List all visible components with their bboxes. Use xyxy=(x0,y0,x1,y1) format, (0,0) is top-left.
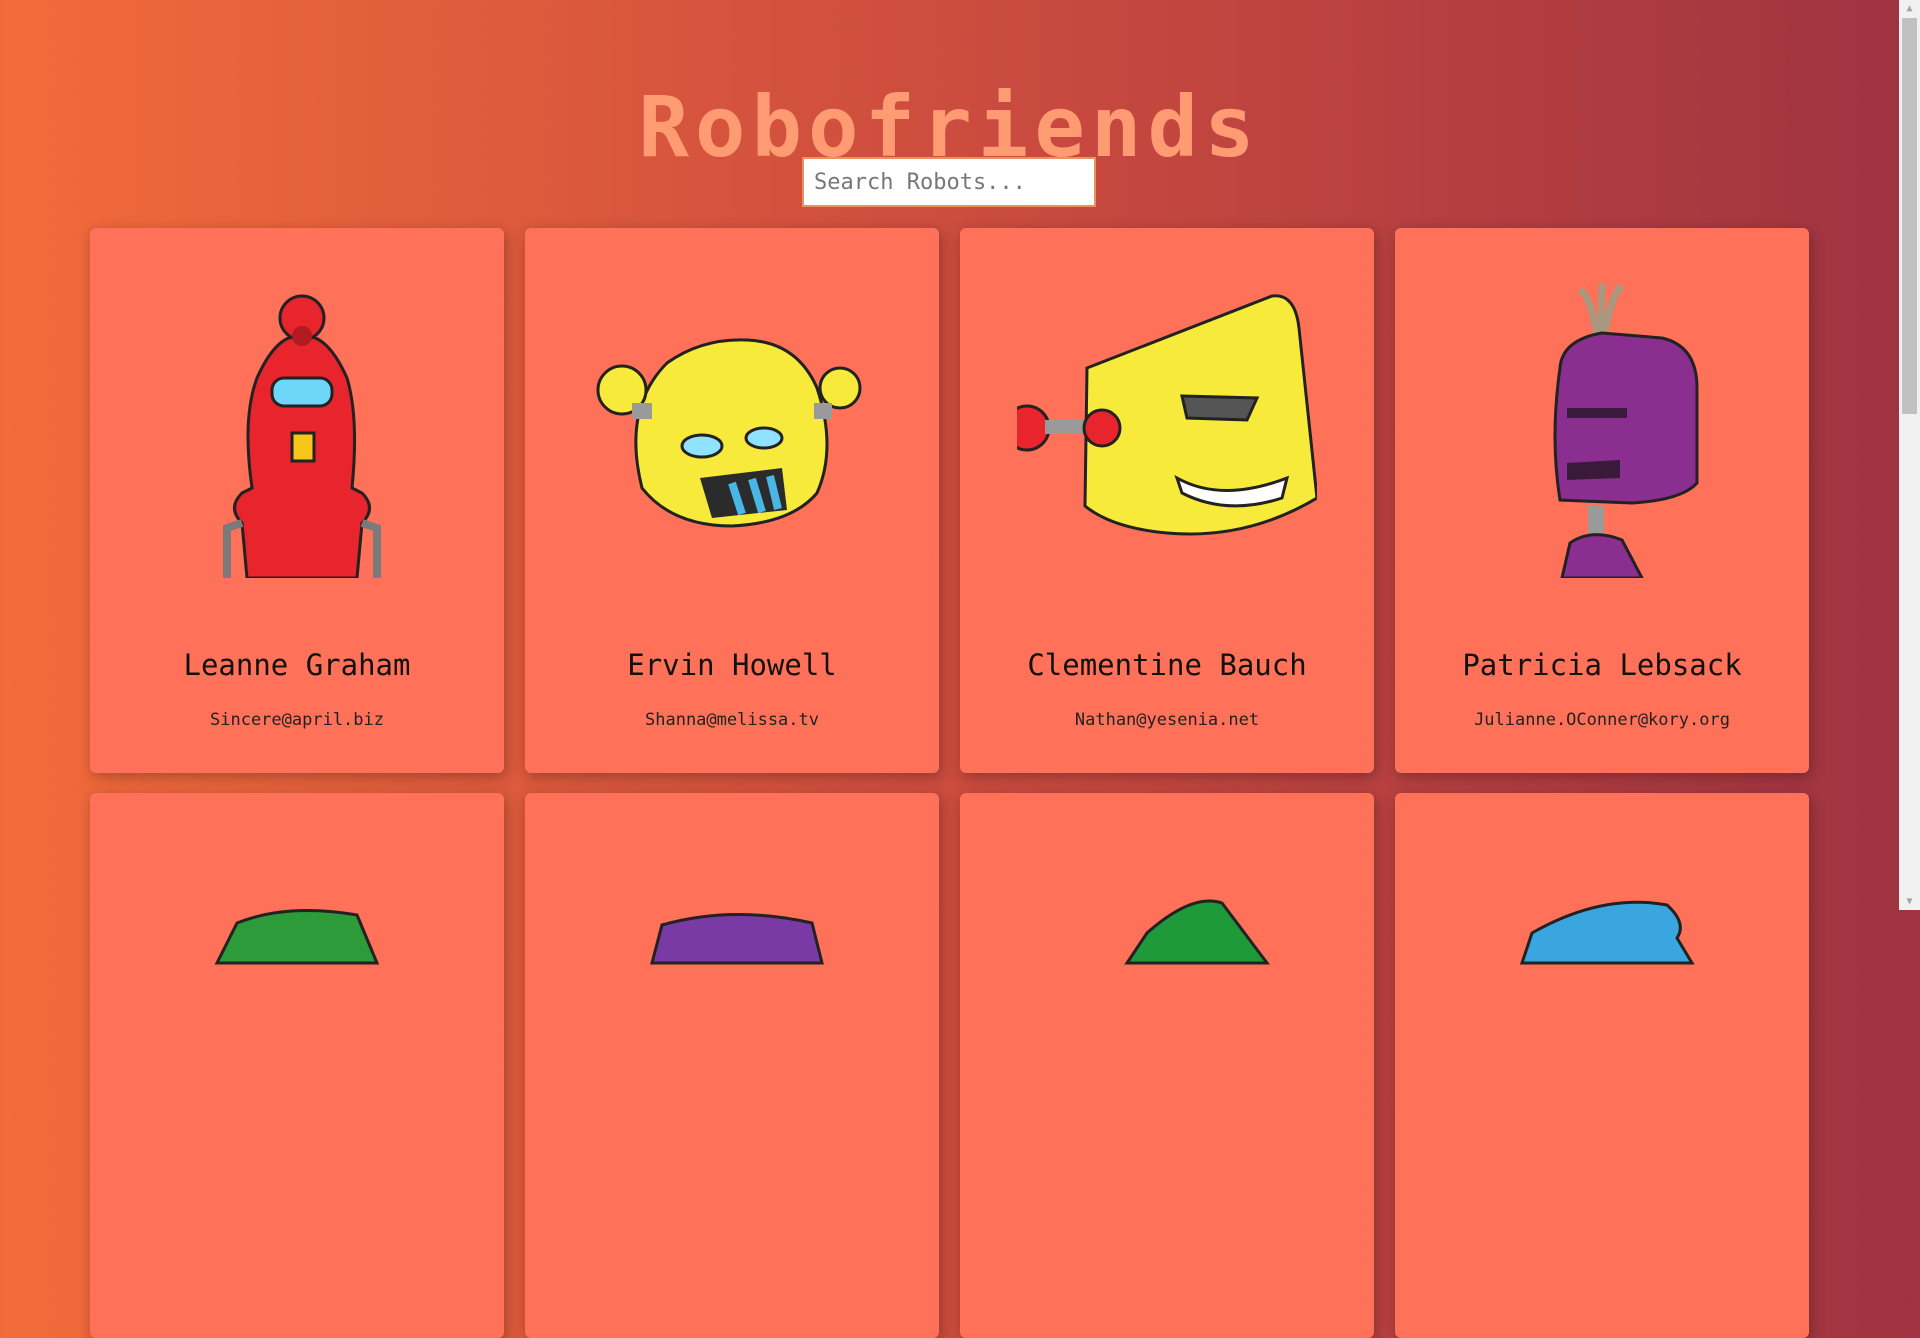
robot-card[interactable]: Ervin Howell Shanna@melissa.tv xyxy=(525,228,939,773)
search-input[interactable] xyxy=(802,157,1096,207)
robot-email: Nathan@yesenia.net xyxy=(1074,710,1260,730)
robot-card[interactable]: Leanne Graham Sincere@april.biz xyxy=(90,228,504,773)
robot-avatar-image xyxy=(1553,282,1699,578)
robot-name: Leanne Graham xyxy=(183,648,411,682)
scrollbar-thumb[interactable] xyxy=(1902,18,1917,414)
robot-avatar-image xyxy=(223,294,381,578)
robot-avatar-image xyxy=(214,909,380,965)
robot-name: Clementine Bauch xyxy=(1027,648,1307,682)
robot-email: Shanna@melissa.tv xyxy=(645,710,819,730)
robot-card[interactable]: Clementine Bauch Nathan@yesenia.net xyxy=(960,228,1374,773)
robot-card[interactable] xyxy=(525,793,939,1338)
robot-name: Ervin Howell xyxy=(627,648,837,682)
scroll-down-arrow-icon[interactable]: ▼ xyxy=(1899,893,1920,910)
app-root: Robofriends Leanne Graham Sincere@april.… xyxy=(0,0,1920,1338)
robot-avatar-image xyxy=(650,912,824,965)
robot-card[interactable]: Patricia Lebsack Julianne.OConner@kory.o… xyxy=(1395,228,1809,773)
robot-avatar-image xyxy=(1124,899,1270,965)
robot-email: Sincere@april.biz xyxy=(210,710,384,730)
robot-card[interactable] xyxy=(960,793,1374,1338)
robot-name: Patricia Lebsack xyxy=(1462,648,1742,682)
robot-avatar-image xyxy=(1017,294,1317,536)
robot-avatar-image xyxy=(1519,900,1695,965)
robot-email: Julianne.OConner@kory.org xyxy=(1474,710,1730,730)
scroll-up-arrow-icon[interactable]: ▲ xyxy=(1899,0,1920,17)
vertical-scrollbar[interactable]: ▲ ▼ xyxy=(1899,0,1920,910)
robot-card[interactable] xyxy=(90,793,504,1338)
robot-avatar-image xyxy=(596,338,862,528)
robot-card[interactable] xyxy=(1395,793,1809,1338)
